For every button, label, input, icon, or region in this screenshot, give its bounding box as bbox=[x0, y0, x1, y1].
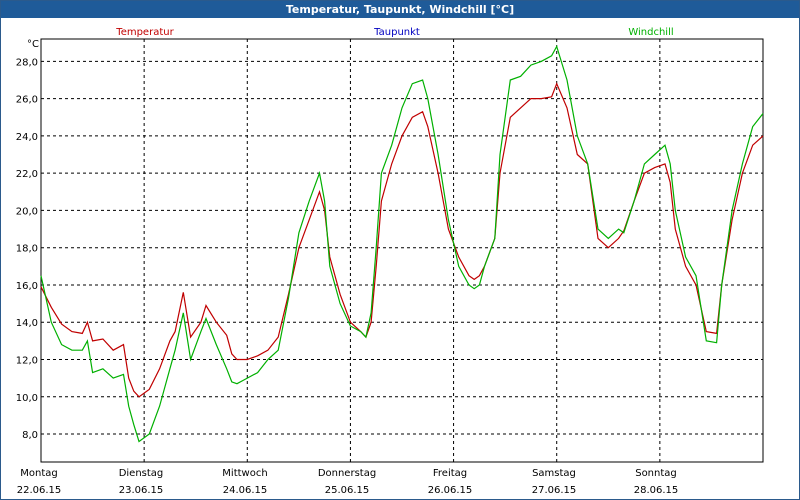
x-tick-day-label: Dienstag bbox=[119, 468, 164, 479]
chart-window: Temperatur, Taupunkt, Windchill [°C] 8,0… bbox=[0, 0, 800, 500]
y-tick-label: 22,0 bbox=[16, 169, 38, 180]
y-tick-label: 24,0 bbox=[16, 132, 38, 143]
y-tick-label: 14,0 bbox=[16, 318, 38, 329]
y-tick-label: 12,0 bbox=[16, 356, 38, 367]
x-tick-day-label: Montag bbox=[20, 468, 57, 479]
y-axis-label: °C bbox=[27, 39, 39, 50]
x-tick-day-label: Freitag bbox=[433, 468, 467, 479]
x-tick-day-label: Sonntag bbox=[635, 468, 677, 479]
x-tick-date-label: 25.06.15 bbox=[325, 485, 370, 496]
x-tick-date-label: 27.06.15 bbox=[532, 485, 577, 496]
y-tick-label: 26,0 bbox=[16, 95, 38, 106]
x-tick-date-label: 24.06.15 bbox=[223, 485, 268, 496]
x-tick-date-label: 26.06.15 bbox=[428, 485, 473, 496]
x-tick-date-label: 22.06.15 bbox=[17, 485, 62, 496]
y-tick-label: 16,0 bbox=[16, 281, 38, 292]
x-tick-day-label: Samstag bbox=[532, 468, 576, 479]
legend-entry-windchill: Windchill bbox=[628, 27, 673, 38]
legend-entry-taupunkt: Taupunkt bbox=[373, 27, 420, 38]
y-tick-label: 18,0 bbox=[16, 244, 38, 255]
x-tick-day-label: Mittwoch bbox=[222, 468, 267, 479]
x-tick-day-label: Donnerstag bbox=[318, 468, 376, 479]
y-tick-label: 8,0 bbox=[22, 430, 38, 441]
y-tick-label: 28,0 bbox=[16, 57, 38, 68]
y-tick-label: 20,0 bbox=[16, 206, 38, 217]
line-chart: 8,0 10,0 12,0 14,0 16,0 18,0 20,0 22,0 24,0 26,0 2… bbox=[16, 27, 764, 496]
y-tick-label: 10,0 bbox=[16, 393, 38, 404]
window-title: Temperatur, Taupunkt, Windchill [°C] bbox=[1, 1, 799, 18]
plot-area bbox=[40, 38, 764, 463]
x-tick-date-label: 28.06.15 bbox=[634, 485, 679, 496]
x-tick-date-label: 23.06.15 bbox=[119, 485, 164, 496]
legend-entry-temperatur: Temperatur bbox=[115, 27, 174, 38]
